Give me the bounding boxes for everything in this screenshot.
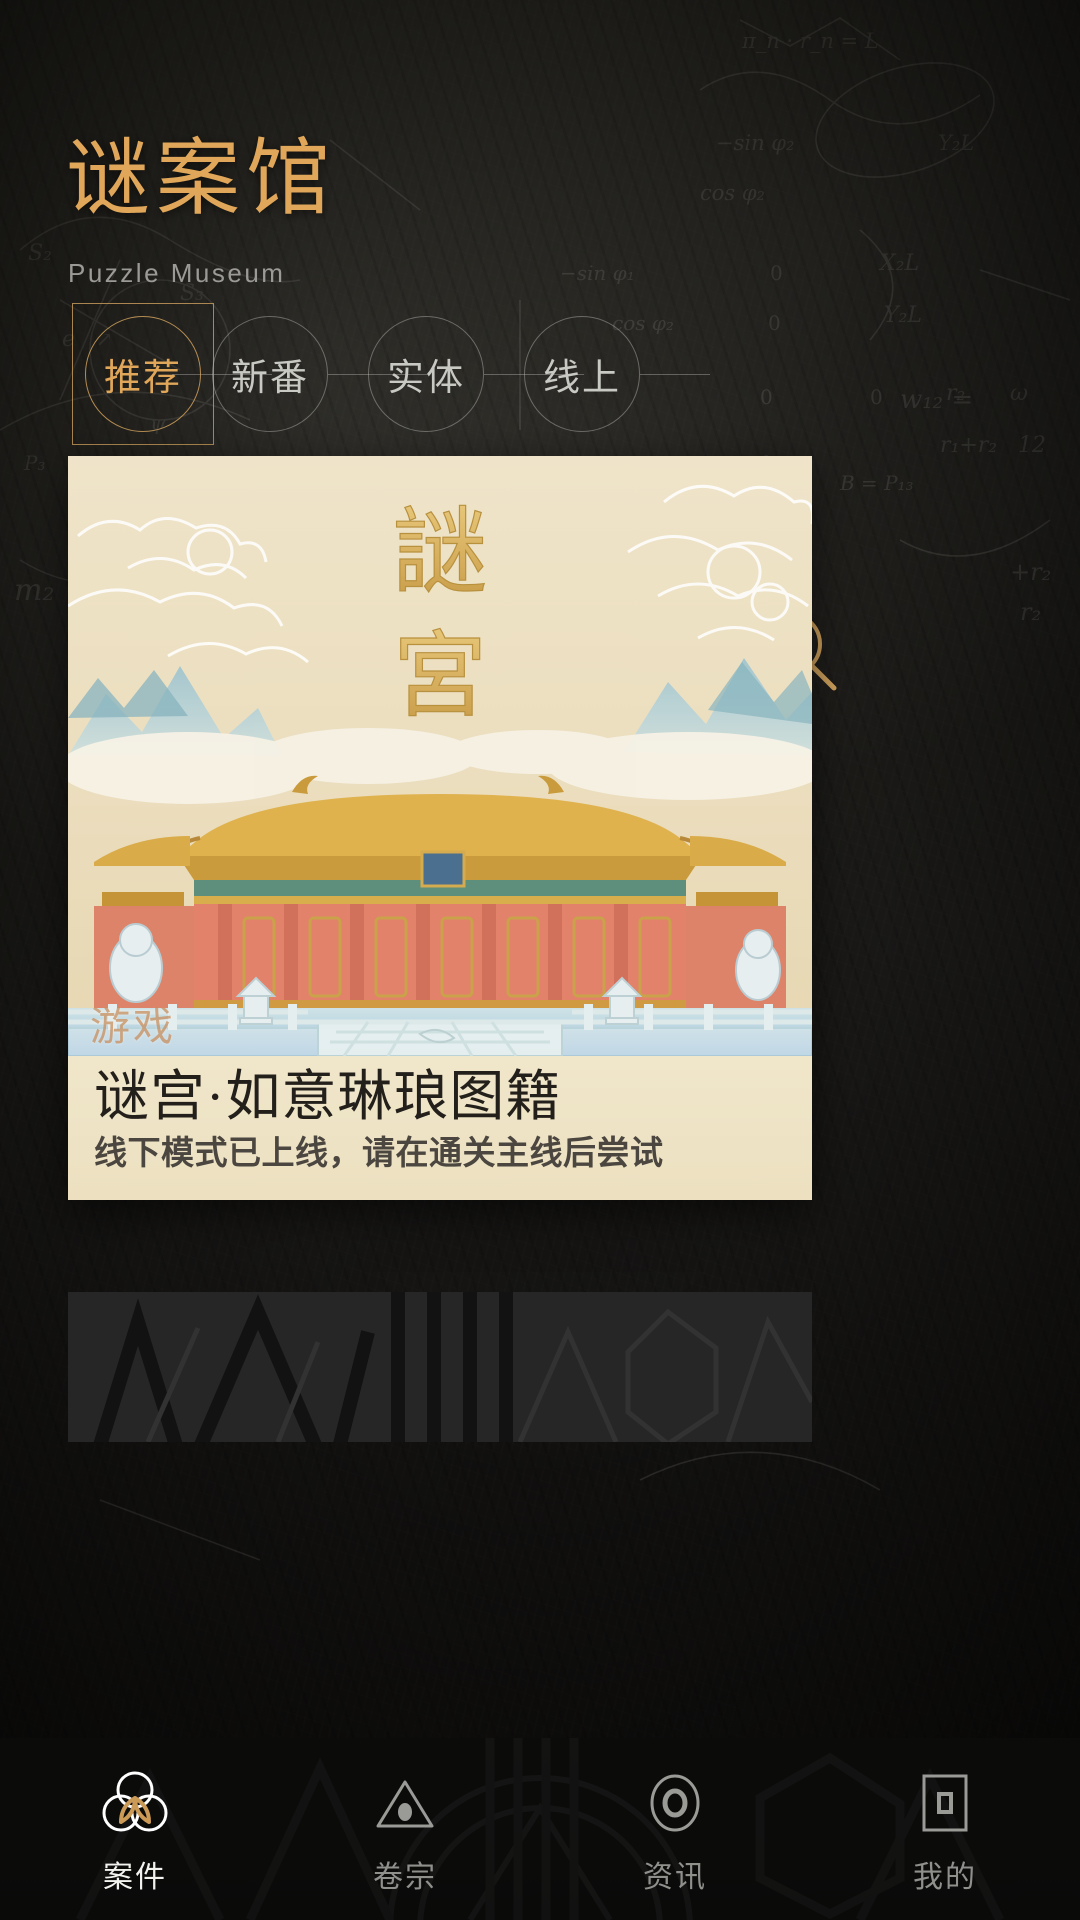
nav-item-cases[interactable]: 案件 <box>0 1738 270 1920</box>
feature-card-description: 线下模式已上线，请在通关主线后尝试 <box>94 1133 664 1171</box>
tab-connector-4 <box>640 374 710 375</box>
tab-recommend[interactable]: 推荐 <box>85 316 201 432</box>
nav-label-news: 资讯 <box>643 1861 707 1894</box>
feature-card-illustration: 謎 宮 <box>68 456 812 1056</box>
tab-physical-label: 实体 <box>387 358 465 399</box>
app-subtitle: Puzzle Museum <box>68 258 286 288</box>
poster-glyph-2: 宮 <box>393 622 487 731</box>
feature-card-title: 谜宫·如意琳琅图籍 <box>94 1066 562 1127</box>
trefoil-icon <box>102 1771 168 1832</box>
nav-item-news[interactable]: 资讯 <box>540 1738 810 1920</box>
tab-recommend-label: 推荐 <box>104 358 182 399</box>
app-title: 谜案馆 <box>66 133 337 226</box>
feature-card[interactable]: 謎 宮 游戏 谜宫·如意琳琅图籍 线下模式已上线，请在通关主线后尝试 <box>68 456 812 1200</box>
triangle-eye-icon <box>376 1780 434 1828</box>
bottom-navigation-bar: 案件 卷宗 资讯 我的 <box>0 1738 1080 1920</box>
card-category-badge: 游戏 <box>90 1004 176 1049</box>
nav-label-profile: 我的 <box>913 1861 977 1894</box>
nav-item-profile[interactable]: 我的 <box>810 1738 1080 1920</box>
next-card-preview[interactable] <box>68 1292 812 1442</box>
tab-physical[interactable]: 实体 <box>368 316 484 432</box>
profile-square-icon <box>922 1774 968 1832</box>
next-card-pattern <box>68 1292 812 1442</box>
tab-online-label: 线上 <box>543 358 621 399</box>
nav-item-archives[interactable]: 卷宗 <box>270 1738 540 1920</box>
category-tab-bar: 推荐 新番 实体 线上 <box>0 300 1080 691</box>
tab-new[interactable]: 新番 <box>212 316 328 432</box>
nav-label-cases: 案件 <box>103 1861 167 1894</box>
circle-target-icon <box>650 1774 700 1832</box>
feature-card-caption: 谜宫·如意琳琅图籍 线下模式已上线，请在通关主线后尝试 <box>68 1056 812 1200</box>
nav-label-archives: 卷宗 <box>373 1861 437 1894</box>
tab-new-label: 新番 <box>231 358 309 399</box>
poster-glyph-1: 謎 <box>393 498 487 607</box>
tab-online[interactable]: 线上 <box>524 316 640 432</box>
